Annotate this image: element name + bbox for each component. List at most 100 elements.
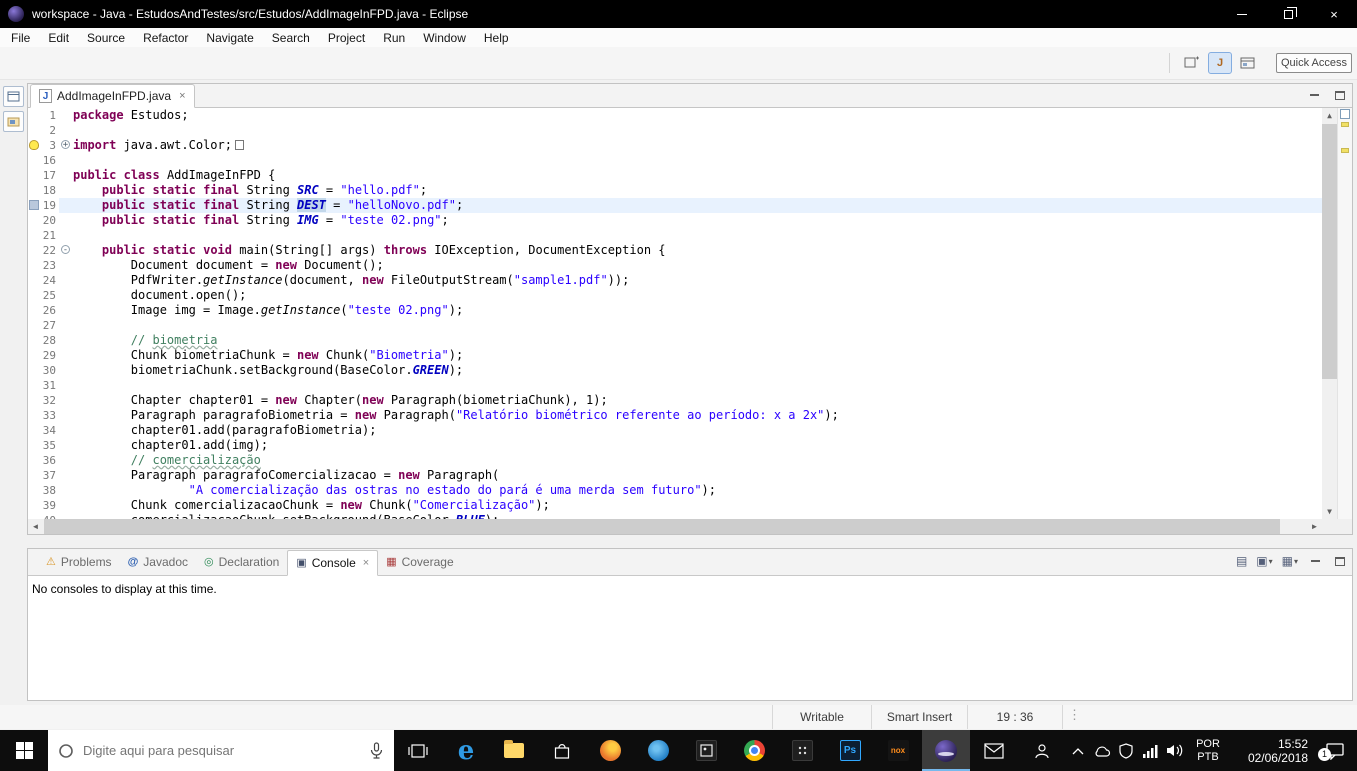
close-view-icon[interactable]: ×	[363, 557, 369, 569]
code-line-1[interactable]: 1 package Estudos;	[28, 108, 1352, 123]
edge-button[interactable]: e	[442, 730, 490, 771]
view-tab-problems[interactable]: ⚠ Problems	[38, 549, 120, 575]
scroll-down-icon[interactable]: ▼	[1322, 504, 1337, 519]
nox-button[interactable]: nox	[874, 730, 922, 771]
menu-file[interactable]: File	[2, 29, 39, 47]
code-line-24[interactable]: 24 PdfWriter.getInstance(document, new F…	[28, 273, 1352, 288]
status-overflow-icon[interactable]: ⋮	[1068, 707, 1081, 723]
menu-help[interactable]: Help	[475, 29, 518, 47]
quick-access-box[interactable]: Quick Access	[1276, 53, 1352, 73]
restore-view-icon[interactable]	[2, 86, 24, 107]
close-tab-icon[interactable]: ×	[179, 90, 185, 102]
chrome-button[interactable]	[730, 730, 778, 771]
warning-mark[interactable]	[1341, 122, 1349, 127]
code-line-33[interactable]: 33 Paragraph paragrafoBiometria = new Pa…	[28, 408, 1352, 423]
java-browsing-perspective-icon[interactable]	[1236, 52, 1260, 74]
minimize-window-icon[interactable]	[1219, 0, 1265, 28]
thunderbird-button[interactable]	[634, 730, 682, 771]
onedrive-cloud-icon[interactable]	[1090, 730, 1114, 771]
minimize-editor-icon[interactable]	[1306, 87, 1322, 103]
code-line-31[interactable]: 31	[28, 378, 1352, 393]
fold-toggle-icon[interactable]: +	[59, 138, 73, 153]
code-line-37[interactable]: 37 Paragraph paragrafoComercializacao = …	[28, 468, 1352, 483]
photoshop-button[interactable]: Ps	[826, 730, 874, 771]
scroll-left-icon[interactable]: ◄	[28, 519, 43, 534]
pin-console-icon[interactable]: ▤	[1236, 554, 1247, 568]
store-button[interactable]	[538, 730, 586, 771]
file-explorer-button[interactable]	[490, 730, 538, 771]
code-line-30[interactable]: 30 biometriaChunk.setBackground(BaseColo…	[28, 363, 1352, 378]
restore-window-icon[interactable]	[1265, 0, 1311, 28]
language-indicator[interactable]: POR PTB	[1186, 738, 1230, 764]
code-line-32[interactable]: 32 Chapter chapter01 = new Chapter(new P…	[28, 393, 1352, 408]
code-line-26[interactable]: 26 Image img = Image.getInstance("teste …	[28, 303, 1352, 318]
code-line-21[interactable]: 21	[28, 228, 1352, 243]
code-line-2[interactable]: 2	[28, 123, 1352, 138]
menu-edit[interactable]: Edit	[39, 29, 78, 47]
code-line-28[interactable]: 28 // biometria	[28, 333, 1352, 348]
view-tab-declaration[interactable]: ◎ Declaration	[196, 549, 287, 575]
scroll-right-icon[interactable]: ►	[1307, 519, 1322, 534]
action-center-icon[interactable]: 1	[1312, 730, 1357, 771]
eclipse-taskbar-button[interactable]	[922, 730, 970, 771]
horizontal-scrollbar[interactable]: ◄ ►	[28, 519, 1322, 534]
code-line-19[interactable]: 19 public static final String DEST = "he…	[28, 198, 1352, 213]
code-line-25[interactable]: 25 document.open();	[28, 288, 1352, 303]
view-tab-console[interactable]: ▣ Console ×	[287, 550, 379, 576]
menu-navigate[interactable]: Navigate	[197, 29, 262, 47]
code-line-23[interactable]: 23 Document document = new Document();	[28, 258, 1352, 273]
editor-tab[interactable]: J AddImageInFPD.java ×	[30, 84, 195, 108]
vertical-scroll-thumb[interactable]	[1322, 124, 1337, 379]
menu-search[interactable]: Search	[263, 29, 319, 47]
menu-window[interactable]: Window	[414, 29, 475, 47]
open-perspective-icon[interactable]	[1180, 52, 1204, 74]
mail-button[interactable]	[970, 730, 1018, 771]
code-line-20[interactable]: 20 public static final String IMG = "tes…	[28, 213, 1352, 228]
code-line-34[interactable]: 34 chapter01.add(paragrafoBiometria);	[28, 423, 1352, 438]
task-view-button[interactable]	[394, 730, 442, 771]
scroll-up-icon[interactable]: ▲	[1322, 108, 1337, 123]
network-icon[interactable]	[1138, 730, 1162, 771]
menu-source[interactable]: Source	[78, 29, 134, 47]
start-button[interactable]	[0, 730, 48, 771]
code-line-16[interactable]: 16	[28, 153, 1352, 168]
menu-refactor[interactable]: Refactor	[134, 29, 197, 47]
minimize-console-icon[interactable]	[1307, 553, 1323, 569]
maximize-editor-icon[interactable]	[1332, 87, 1348, 103]
warning-mark[interactable]	[1341, 148, 1349, 153]
console-content[interactable]: No consoles to display at this time.	[28, 576, 1352, 700]
code-line-29[interactable]: 29 Chunk biometriaChunk = new Chunk("Bio…	[28, 348, 1352, 363]
java-perspective-icon[interactable]: J	[1208, 52, 1232, 74]
code-line-38[interactable]: 38 "A comercialização das ostras no esta…	[28, 483, 1352, 498]
dark-app-button[interactable]	[778, 730, 826, 771]
clock[interactable]: 15:52 02/06/2018	[1230, 737, 1312, 765]
code-line-35[interactable]: 35 chapter01.add(img);	[28, 438, 1352, 453]
package-explorer-icon[interactable]	[2, 111, 24, 132]
volume-icon[interactable]	[1162, 730, 1186, 771]
code-line-3[interactable]: 3 + import java.awt.Color;	[28, 138, 1352, 153]
code-line-17[interactable]: 17 public class AddImageInFPD {	[28, 168, 1352, 183]
people-button[interactable]	[1018, 730, 1066, 771]
taskbar-search[interactable]: Digite aqui para pesquisar	[48, 730, 394, 771]
tray-expand-icon[interactable]	[1066, 730, 1090, 771]
code-line-22[interactable]: 22- public static void main(String[] arg…	[28, 243, 1352, 258]
code-editor[interactable]: 1 package Estudos; 2 3 + import java.awt.Colo…	[28, 108, 1352, 519]
fold-toggle-icon[interactable]: -	[59, 243, 73, 258]
security-icon[interactable]	[1114, 730, 1138, 771]
menu-project[interactable]: Project	[319, 29, 374, 47]
code-line-27[interactable]: 27	[28, 318, 1352, 333]
firefox-button[interactable]	[586, 730, 634, 771]
code-line-39[interactable]: 39 Chunk comercializacaoChunk = new Chun…	[28, 498, 1352, 513]
close-window-icon[interactable]: ×	[1311, 0, 1357, 28]
open-console-icon[interactable]: ▦ ▾	[1282, 554, 1298, 568]
maximize-console-icon[interactable]	[1332, 553, 1348, 569]
menu-run[interactable]: Run	[374, 29, 414, 47]
view-tab-javadoc[interactable]: @ Javadoc	[120, 549, 196, 575]
vertical-scrollbar[interactable]: ▲ ▼	[1322, 108, 1337, 519]
photos-button[interactable]	[682, 730, 730, 771]
display-console-icon[interactable]: ▣ ▾	[1256, 554, 1272, 568]
code-line-18[interactable]: 18 public static final String SRC = "hel…	[28, 183, 1352, 198]
horizontal-scroll-thumb[interactable]	[44, 519, 1280, 534]
code-line-36[interactable]: 36 // comercialização	[28, 453, 1352, 468]
view-tab-coverage[interactable]: ▦ Coverage	[378, 549, 461, 575]
